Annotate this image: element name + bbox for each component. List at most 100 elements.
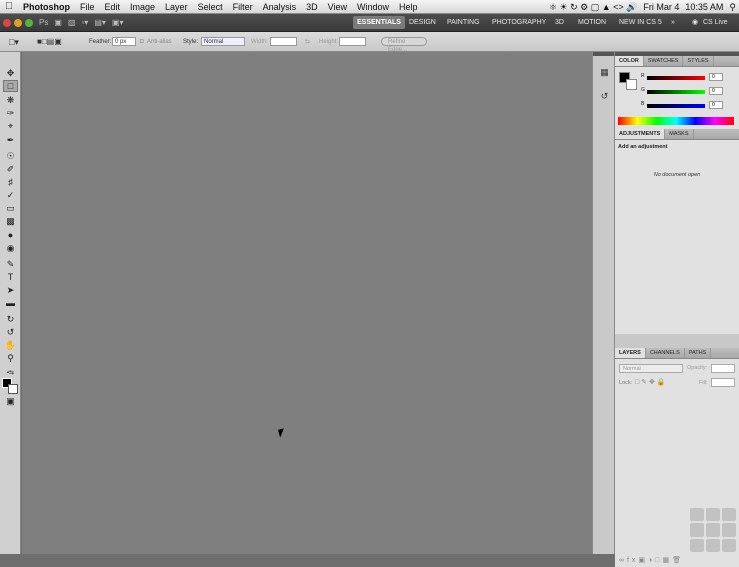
workspace-photography[interactable]: PHOTOGRAPHY: [488, 16, 550, 29]
more-workspaces-icon[interactable]: »: [667, 16, 679, 29]
width-input[interactable]: [270, 37, 297, 46]
panel-background-swatch[interactable]: [626, 79, 637, 90]
eyedropper-tool-icon[interactable]: ✒: [3, 134, 18, 146]
default-colors-icon[interactable]: ▪⇆: [3, 366, 18, 378]
history-brush-tool-icon[interactable]: ✓: [3, 189, 18, 201]
pen-tool-icon[interactable]: ✎: [3, 258, 18, 270]
color-spectrum-ramp[interactable]: [618, 117, 734, 125]
tab-paths[interactable]: PATHS: [685, 348, 712, 358]
menu-help[interactable]: Help: [394, 0, 423, 14]
antialias-checkbox[interactable]: □: [140, 32, 144, 52]
swap-dimensions-icon[interactable]: ⇆: [305, 32, 310, 52]
height-input[interactable]: [339, 37, 366, 46]
arrange-documents-icon[interactable]: ▤▾: [94, 18, 106, 27]
tab-styles[interactable]: STYLES: [683, 56, 714, 66]
lasso-tool-icon[interactable]: ❋: [3, 94, 18, 106]
menu-file[interactable]: File: [75, 0, 100, 14]
menu-edit[interactable]: Edit: [100, 0, 126, 14]
rectangle-tool-icon[interactable]: ▬: [3, 297, 18, 309]
eraser-tool-icon[interactable]: ▭: [3, 202, 18, 214]
tab-channels[interactable]: CHANNELS: [646, 348, 685, 358]
panel-dock-icons: ▦ ↺: [592, 52, 615, 554]
launch-bridge-icon[interactable]: ▣: [54, 18, 62, 27]
width-label: Width:: [251, 39, 269, 45]
tab-adjustments[interactable]: ADJUSTMENTS: [615, 129, 666, 139]
workspace-3d[interactable]: 3D: [551, 16, 568, 29]
lock-icons[interactable]: □ ✎ ✥ 🔒: [635, 378, 666, 386]
menu-view[interactable]: View: [323, 0, 352, 14]
quick-mask-icon[interactable]: ▣: [3, 395, 18, 407]
g-slider[interactable]: [647, 90, 705, 94]
background-color-swatch[interactable]: [8, 384, 18, 394]
panel-overlay-grid-icon: [690, 508, 736, 552]
tab-masks[interactable]: MASKS: [665, 129, 694, 139]
clock-time[interactable]: 10:35 AM: [682, 0, 726, 14]
3d-orbit-tool-icon[interactable]: ↺: [3, 326, 18, 338]
b-slider[interactable]: [647, 104, 705, 108]
zoom-window-icon[interactable]: [25, 18, 33, 27]
cs-live-button[interactable]: CS Live: [699, 16, 732, 29]
spot-healing-tool-icon[interactable]: ☉: [3, 150, 18, 162]
tools-panel: ✥ □ ❋ ✑ ⌖ ✒ ☉ ✐ ♯ ✓ ▭ ▩ ● ◉ ✎ T ➤ ▬ ↻ ↺ …: [0, 52, 21, 554]
marquee-preset-icon[interactable]: □▾: [9, 32, 19, 52]
type-tool-icon[interactable]: T: [3, 271, 18, 283]
style-select[interactable]: Normal: [201, 37, 245, 46]
brush-tool-icon[interactable]: ✐: [3, 163, 18, 175]
r-value-input[interactable]: 0: [709, 73, 723, 81]
menu-layer[interactable]: Layer: [160, 0, 193, 14]
rectangular-marquee-tool-icon[interactable]: □: [3, 80, 18, 92]
screen-mode-icon[interactable]: ▣▾: [112, 18, 124, 27]
menu-analysis[interactable]: Analysis: [258, 0, 302, 14]
spotlight-icon[interactable]: ⚲: [726, 0, 739, 14]
workspace-design[interactable]: DESIGN: [405, 16, 440, 29]
menu-image[interactable]: Image: [125, 0, 160, 14]
selection-mode-icons[interactable]: ■□▤▣: [37, 32, 62, 52]
tab-layers[interactable]: LAYERS: [615, 348, 646, 358]
workspace-new-in-cs5[interactable]: NEW IN CS 5: [615, 16, 666, 29]
history-icon[interactable]: ↺: [597, 91, 612, 105]
zoom-tool-icon[interactable]: ⚲: [3, 352, 18, 364]
fill-input[interactable]: [711, 378, 735, 387]
blend-mode-select[interactable]: Normal: [619, 364, 683, 373]
workspace-painting[interactable]: PAINTING: [443, 16, 484, 29]
g-value-input[interactable]: 0: [709, 87, 723, 95]
crop-tool-icon[interactable]: ⌖: [3, 120, 18, 132]
feather-input[interactable]: 0 px: [112, 37, 136, 46]
workspace-motion[interactable]: MOTION: [574, 16, 610, 29]
r-slider[interactable]: [647, 76, 705, 80]
dodge-tool-icon[interactable]: ◉: [3, 242, 18, 254]
apple-icon[interactable]: : [0, 1, 18, 12]
hand-tool-icon[interactable]: ✋: [3, 339, 18, 351]
workspace-essentials[interactable]: ESSENTIALS: [353, 16, 405, 29]
menu-select[interactable]: Select: [193, 0, 228, 14]
menu-3d[interactable]: 3D: [301, 0, 323, 14]
clone-stamp-tool-icon[interactable]: ♯: [3, 176, 18, 188]
color-panel-tabs: COLOR SWATCHES STYLES: [615, 56, 739, 67]
menu-window[interactable]: Window: [352, 0, 394, 14]
feather-label: Feather:: [89, 39, 112, 45]
mini-bridge-icon[interactable]: ▧: [68, 18, 76, 27]
b-value-input[interactable]: 0: [709, 101, 723, 109]
tab-swatches[interactable]: SWATCHES: [644, 56, 684, 66]
quick-selection-tool-icon[interactable]: ✑: [3, 107, 18, 119]
minimize-window-icon[interactable]: [14, 18, 22, 27]
tab-color[interactable]: COLOR: [615, 56, 644, 66]
menu-filter[interactable]: Filter: [228, 0, 258, 14]
refine-edge-button[interactable]: Refine Edge...: [381, 37, 427, 53]
opacity-label: Opacity:: [687, 365, 708, 371]
blur-tool-icon[interactable]: ●: [3, 229, 18, 241]
menu-app-name[interactable]: Photoshop: [18, 0, 75, 14]
close-window-icon[interactable]: [3, 18, 11, 27]
layers-panel-tabs: LAYERS CHANNELS PATHS: [615, 348, 739, 359]
status-icons[interactable]: ⚛ ☀ ↻ ⚙ ▢ ▲ <> 🔊: [546, 0, 640, 14]
3d-rotate-tool-icon[interactable]: ↻: [3, 313, 18, 325]
histogram-icon[interactable]: ▦: [597, 67, 612, 81]
document-canvas-area[interactable]: [22, 52, 592, 554]
view-extras-icon[interactable]: ▫▾: [81, 18, 88, 27]
opacity-input[interactable]: [711, 364, 735, 373]
clock-date[interactable]: Fri Mar 4: [640, 0, 682, 14]
path-selection-tool-icon[interactable]: ➤: [3, 284, 18, 296]
move-tool-icon[interactable]: ✥: [3, 67, 18, 79]
layer-action-icons[interactable]: ∞fx▣◑□▦🗑: [619, 556, 684, 564]
gradient-tool-icon[interactable]: ▩: [3, 215, 18, 227]
